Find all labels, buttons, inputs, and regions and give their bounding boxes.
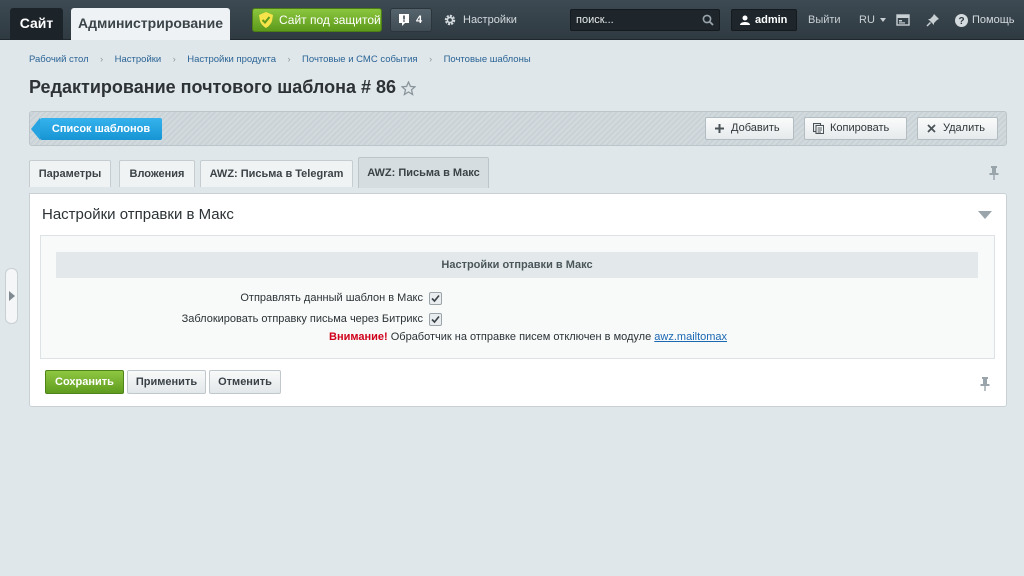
administration-tab[interactable]: Администрирование	[71, 8, 230, 40]
pin-icon[interactable]	[926, 13, 940, 27]
star-icon[interactable]	[401, 81, 416, 96]
send-to-max-checkbox[interactable]	[429, 292, 442, 305]
copy-button-label: Копировать	[830, 122, 890, 134]
user-name: admin	[755, 14, 788, 26]
pin-buttons-icon[interactable]	[979, 377, 991, 391]
tab-attachments[interactable]: Вложения	[119, 160, 195, 187]
add-button[interactable]: Добавить	[705, 117, 794, 140]
side-menu-toggle[interactable]	[5, 268, 18, 324]
warning-text: Обработчик на отправке писем отключен в …	[390, 331, 652, 343]
page-title: Редактирование почтового шаблона # 86	[29, 77, 396, 97]
chevron-down-icon	[879, 18, 886, 23]
panel-title: Настройки отправки в Макс	[42, 206, 234, 223]
copy-icon	[813, 123, 824, 134]
settings-label: Настройки	[463, 14, 517, 26]
shield-icon	[259, 12, 273, 28]
send-to-max-label: Отправлять данный шаблон в Макс	[240, 292, 423, 304]
chevron-right-icon	[9, 291, 15, 301]
notification-flag-icon	[399, 14, 409, 26]
warning-message: Внимание! Обработчик на отправке писем о…	[329, 331, 727, 343]
pin-tabs-icon[interactable]	[988, 166, 1000, 180]
search-icon[interactable]	[702, 14, 714, 26]
breadcrumb-separator-icon: ›	[429, 54, 433, 64]
breadcrumb-item[interactable]: Почтовые шаблоны	[444, 54, 531, 65]
notifications-count: 4	[416, 14, 423, 26]
site-tab[interactable]: Сайт	[10, 8, 63, 40]
site-protected-label: Сайт под защитой	[279, 13, 381, 27]
help-label: Помощь	[972, 14, 1015, 26]
breadcrumb-item[interactable]: Рабочий стол	[29, 54, 89, 65]
user-icon	[740, 15, 750, 25]
logout-link[interactable]: Выйти	[808, 8, 841, 32]
breadcrumb-item[interactable]: Почтовые и СМС события	[302, 54, 418, 65]
template-list-button[interactable]: Список шаблонов	[31, 118, 162, 140]
breadcrumb-separator-icon: ›	[172, 54, 176, 64]
settings-link[interactable]: Настройки	[444, 8, 517, 32]
delete-button[interactable]: Удалить	[917, 117, 998, 140]
apply-button[interactable]: Применить	[127, 370, 206, 394]
cancel-button[interactable]: Отменить	[209, 370, 281, 394]
tab-parameters[interactable]: Параметры	[29, 160, 111, 187]
svg-text:?: ?	[958, 16, 964, 27]
language-label: RU	[859, 14, 875, 26]
settings-panel: Настройки отправки в Макс Настройки отпр…	[29, 193, 1007, 407]
warning-strong: Внимание!	[329, 331, 388, 343]
block-bitrix-checkbox[interactable]	[429, 313, 442, 326]
block-bitrix-label: Заблокировать отправку письма через Битр…	[181, 313, 423, 325]
delete-button-label: Удалить	[943, 122, 985, 134]
save-button[interactable]: Сохранить	[45, 370, 124, 394]
breadcrumb: Рабочий стол › Настройки › Настройки продукт…	[29, 54, 531, 65]
copy-button[interactable]: Копировать	[804, 117, 907, 140]
breadcrumb-separator-icon: ›	[287, 54, 291, 64]
checkmark-icon	[431, 294, 440, 303]
window-panel-icon[interactable]	[896, 13, 910, 27]
search-box	[570, 9, 720, 31]
section-heading: Настройки отправки в Макс	[56, 252, 978, 278]
breadcrumb-separator-icon: ›	[100, 54, 104, 64]
context-toolbar: Список шаблонов Добавить Копировать Удал…	[29, 111, 1007, 146]
help-link[interactable]: ? Помощь	[955, 8, 1015, 32]
site-protected-button[interactable]: Сайт под защитой	[252, 8, 382, 32]
help-icon: ?	[955, 14, 968, 27]
search-input[interactable]	[571, 10, 699, 30]
collapse-arrow-icon[interactable]	[978, 211, 992, 219]
tab-awz-max[interactable]: AWZ: Письма в Макс	[358, 157, 489, 188]
tab-awz-telegram[interactable]: AWZ: Письма в Telegram	[200, 160, 353, 187]
gear-icon	[444, 14, 456, 26]
module-link[interactable]: awz.mailtomax	[654, 331, 727, 343]
breadcrumb-item[interactable]: Настройки продукта	[187, 54, 276, 65]
language-switcher[interactable]: RU	[859, 8, 886, 32]
add-button-label: Добавить	[731, 122, 780, 134]
notifications-button[interactable]: 4	[390, 8, 432, 32]
plus-icon	[715, 124, 724, 133]
breadcrumb-item[interactable]: Настройки	[115, 54, 162, 65]
user-menu-button[interactable]: admin	[731, 9, 797, 31]
close-icon	[927, 124, 936, 133]
admin-top-bar: Сайт Администрирование Сайт под защитой …	[0, 0, 1024, 40]
settings-section: Настройки отправки в Макс Отправлять дан…	[40, 235, 995, 359]
checkmark-icon	[431, 315, 440, 324]
